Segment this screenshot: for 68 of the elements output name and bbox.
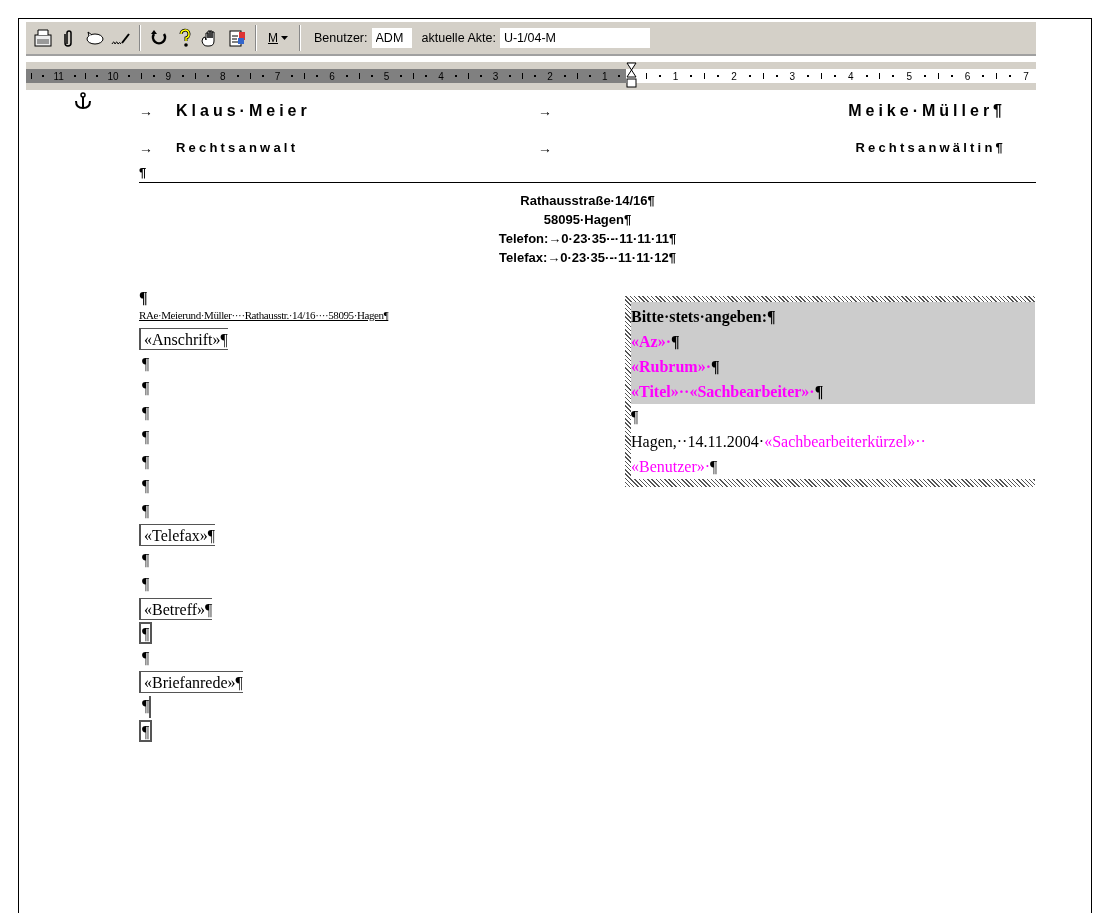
lawyer-name: Meike·Müller¶ <box>848 101 1007 121</box>
ruler-number: 3 <box>789 70 796 82</box>
paragraph-mark: ¶ <box>141 378 150 398</box>
paragraph-mark: ¶ <box>141 451 150 472</box>
ruler-number: 10 <box>107 70 119 82</box>
indent-marker[interactable] <box>626 62 637 90</box>
anchor-icon <box>74 92 92 110</box>
text-line: «Az»·¶ <box>631 332 680 352</box>
paragraph-mark: ¶ <box>141 402 150 423</box>
ruler-number: 11 <box>53 70 64 82</box>
paragraph-mark: ¶ <box>141 476 150 496</box>
lawyer-name: Klaus·Meier <box>176 101 311 121</box>
ruler-number: 4 <box>848 70 854 82</box>
paragraph-mark: ¶ <box>139 695 152 718</box>
address-line: Telefon:→0·23·35·-·11·11·11¶ <box>498 230 677 248</box>
ruler-number: 8 <box>220 70 226 82</box>
ruler-number: 1 <box>672 70 679 82</box>
paragraph-mark: ¶ <box>141 353 150 374</box>
ruler-number: 2 <box>547 70 553 82</box>
ruler-number: 3 <box>492 70 499 82</box>
tab-mark: → <box>139 139 153 158</box>
ruler-number: 5 <box>383 70 390 82</box>
paragraph-mark: ¶ <box>139 289 148 307</box>
lawyer-title: Rechtsanwältin¶ <box>855 139 1007 157</box>
lawyer-title: Rechtsanwalt <box>176 139 299 157</box>
paragraph-mark: ¶ <box>141 574 150 594</box>
ruler-number: 7 <box>274 70 281 82</box>
ruler-number: 5 <box>906 70 912 82</box>
ruler-number: 9 <box>165 70 172 82</box>
ruler-number: 6 <box>329 70 335 82</box>
tab-mark: → <box>139 102 153 121</box>
ruler[interactable]: 11 10 9 8 7 6 5 4 3 2 1 1 2 3 4 5 6 7 <box>26 62 1036 90</box>
ruler-number: 6 <box>964 70 971 82</box>
text-line: «Benutzer»·¶ <box>631 457 718 477</box>
caret-icon <box>281 36 288 40</box>
text-field[interactable]: ADM <box>371 28 412 48</box>
paragraph-mark: ¶ <box>139 720 153 742</box>
merge-field: «Anschrift»¶ <box>139 328 228 350</box>
paragraph-mark: ¶ <box>141 549 150 570</box>
menu-dropdown-button[interactable]: M <box>264 31 292 45</box>
text-line: «Rubrum»·¶ <box>631 357 720 377</box>
tab-mark: → <box>538 139 552 158</box>
text-line: Hagen,··14.11.2004·«Sachbearbeiterkürzel»·· <box>631 432 926 453</box>
tab-mark: → <box>538 102 552 121</box>
ruler-number: 2 <box>731 70 737 82</box>
paragraph-mark: ¶ <box>141 500 150 521</box>
ruler-number: 4 <box>438 70 444 82</box>
merge-field: «Betreff»¶ <box>139 597 213 620</box>
text-field[interactable]: U-1/04-M <box>499 28 650 48</box>
sender-line: RAe·Meierund·Müller····Rathausstr.·14/16····58095·Hagen¶ <box>139 308 389 323</box>
field-label: aktuelle Akte: <box>421 31 496 45</box>
address-line: Rathausstraße·14/16¶ <box>520 192 655 210</box>
text-line: «Titel»··«Sachbearbeiter»·¶ <box>631 382 824 402</box>
paragraph-mark: ¶ <box>139 622 153 644</box>
clipboard-icon <box>227 28 247 48</box>
paragraph-mark: ¶ <box>141 427 150 447</box>
clipboard-button[interactable] <box>226 27 248 49</box>
ruler-number: 1 <box>601 70 608 82</box>
text-line: Bitte·stets·angeben:¶ <box>631 307 776 328</box>
merge-field: «Telefax»¶ <box>139 524 215 546</box>
paragraph-mark: ¶ <box>141 647 150 668</box>
text-line: ¶ <box>631 407 639 427</box>
paragraph-mark: ¶ <box>139 166 147 180</box>
ruler-number: 7 <box>1023 70 1029 82</box>
address-line: 58095·Hagen¶ <box>543 211 632 229</box>
merge-field: «Briefanrede»¶ <box>139 671 243 693</box>
field-label: Benutzer: <box>314 31 368 45</box>
address-line: Telefax:→0·23·35·-·11·11·12¶ <box>499 249 676 267</box>
